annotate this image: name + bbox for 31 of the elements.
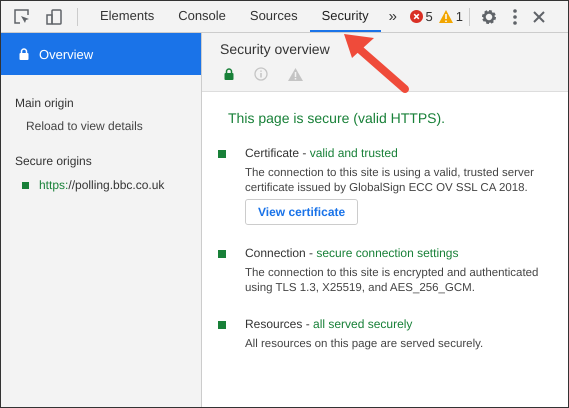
warning-icon bbox=[438, 10, 453, 23]
panel-tab[interactable]: Console bbox=[166, 1, 238, 32]
info-icon bbox=[254, 67, 268, 81]
section-title: Main origin bbox=[14, 95, 75, 110]
settings-icon[interactable] bbox=[480, 8, 498, 26]
inspect-icon[interactable] bbox=[13, 8, 31, 26]
device-icon[interactable] bbox=[45, 8, 63, 26]
view-certificate-button[interactable]: View certificate bbox=[245, 199, 358, 225]
lock-icon bbox=[19, 48, 29, 60]
origin-link[interactable]: https://polling.bbc.co.uk bbox=[39, 178, 164, 192]
item-description: All resources on this page are served securely. bbox=[245, 337, 484, 352]
warning-count: 1 bbox=[456, 9, 463, 24]
warning-icon bbox=[288, 68, 303, 80]
security-summary: This page is secure (valid HTTPS). bbox=[228, 110, 446, 126]
more-options-icon[interactable] bbox=[512, 8, 518, 26]
item-title: Connection - secure connection settings bbox=[245, 246, 460, 260]
item-description: The connection to this site is encrypted and authenticated using TLS 1.3, X25519, and AES_256_GCM. bbox=[245, 266, 540, 296]
error-count: 5 bbox=[426, 9, 433, 24]
item-title: Certificate - valid and trusted bbox=[245, 146, 399, 160]
panel-tab[interactable]: Elements bbox=[88, 1, 166, 32]
lock-icon bbox=[224, 68, 234, 80]
item-description: The connection to this site is using a valid, trusted server certificate issued by GlobalSign ECC OV SSL CA 2018. bbox=[245, 166, 535, 196]
error-icon bbox=[410, 10, 423, 23]
section-title: Secure origins bbox=[14, 153, 93, 168]
sidebar-note: Reload to view details bbox=[25, 118, 144, 133]
panel-tab[interactable]: Sources bbox=[238, 1, 310, 32]
panel-title: Security overview bbox=[220, 41, 331, 57]
overview-item[interactable]: Overview bbox=[1, 33, 201, 75]
item-title: Resources - all served securely bbox=[245, 317, 414, 331]
close-icon[interactable] bbox=[532, 10, 546, 24]
more-tabs-button[interactable]: » bbox=[380, 8, 405, 25]
